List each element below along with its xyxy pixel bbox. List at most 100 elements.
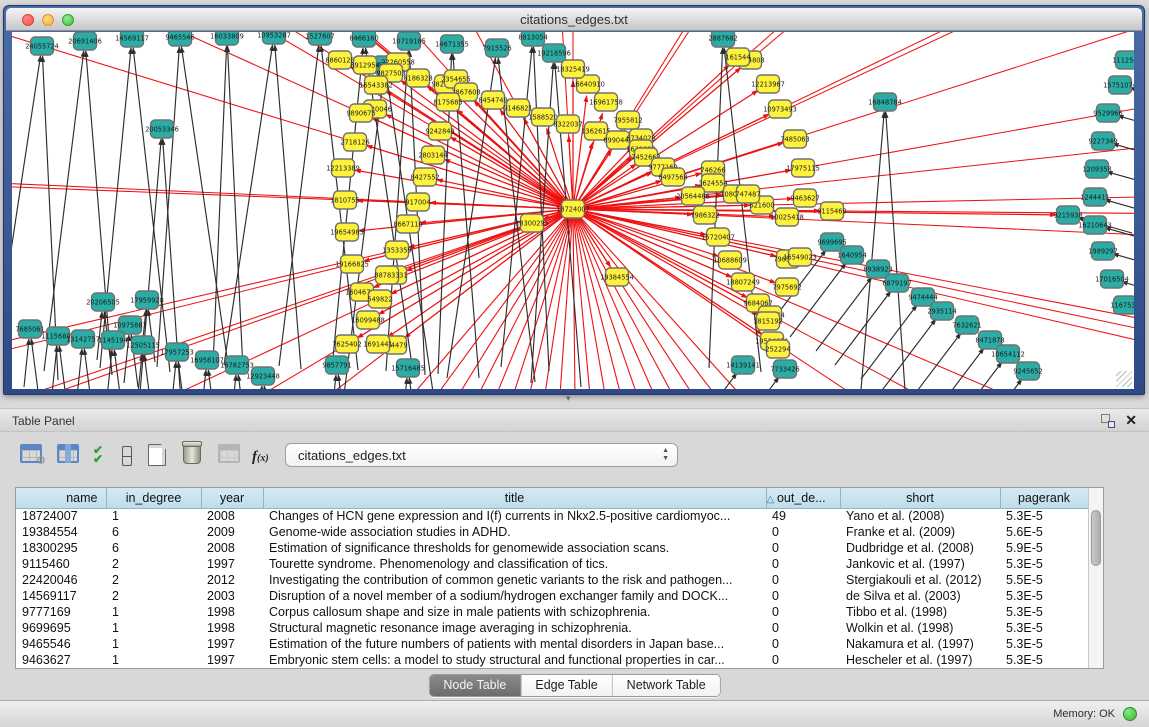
graph-node[interactable]: 7986322 xyxy=(690,206,719,224)
close-panel-icon[interactable]: ✕ xyxy=(1125,412,1137,429)
memory-ok-indicator[interactable] xyxy=(1123,707,1137,721)
table-settings-button[interactable]: ⚙ xyxy=(20,444,48,474)
graph-node[interactable]: 7632621 xyxy=(952,316,981,334)
table-cell[interactable]: 6 xyxy=(106,524,201,540)
table-cell[interactable]: Corpus callosum shape and size in male p… xyxy=(263,604,766,620)
graph-node[interactable]: 9529966 xyxy=(1093,104,1122,122)
graph-node[interactable]: 2887682 xyxy=(708,32,737,47)
graph-node[interactable]: 16210643 xyxy=(1078,216,1112,234)
table-cell[interactable]: 1998 xyxy=(201,604,263,620)
table-cell[interactable]: Estimation of significance thresholds fo… xyxy=(263,540,766,556)
graph-node[interactable]: 16549023 xyxy=(783,248,817,266)
graph-node[interactable]: 16848784 xyxy=(868,93,902,111)
column-header-short[interactable]: short xyxy=(840,488,1000,508)
table-cell[interactable]: 5.3E-5 xyxy=(1000,636,1088,652)
graph-node[interactable]: 2718126 xyxy=(340,133,369,151)
table-row[interactable]: 2242004622012Investigating the contribut… xyxy=(16,572,1088,588)
function-builder-button[interactable]: f(x) xyxy=(252,448,280,478)
graph-node[interactable]: 19166825 xyxy=(335,255,369,273)
table-cell[interactable]: 5.3E-5 xyxy=(1000,620,1088,636)
table-cell[interactable]: 2008 xyxy=(201,540,263,556)
graph-node[interactable]: 1989297 xyxy=(1088,242,1117,260)
table-cell[interactable]: 5.6E-5 xyxy=(1000,524,1088,540)
tab-edge-table[interactable]: Edge Table xyxy=(521,675,612,696)
table-cell[interactable]: 6 xyxy=(106,540,201,556)
graph-node[interactable]: 1167533 xyxy=(1110,296,1134,314)
graph-node[interactable]: 887833 xyxy=(374,266,399,284)
row-height-button[interactable] xyxy=(122,446,150,476)
table-cell[interactable]: 0 xyxy=(766,652,840,668)
table-cell[interactable]: 18300295 xyxy=(16,540,106,556)
graph-node[interactable]: 17959928 xyxy=(130,291,164,309)
graph-node[interactable]: 18300295 xyxy=(515,214,549,232)
graph-node[interactable]: 8427552 xyxy=(410,168,439,186)
graph-node[interactable]: 7485063 xyxy=(780,130,809,148)
graph-node[interactable]: 917004 xyxy=(405,193,430,211)
graph-node[interactable]: 16543382 xyxy=(359,76,393,94)
graph-node[interactable]: 18807249 xyxy=(726,273,760,291)
network-select[interactable]: citations_edges.txt ▲▼ xyxy=(285,443,678,467)
table-cell[interactable]: 5.3E-5 xyxy=(1000,508,1088,524)
graph-node[interactable]: 15751074 xyxy=(1103,76,1134,94)
graph-node[interactable]: 1640954 xyxy=(837,246,866,264)
table-cell[interactable]: Wolkin et al. (1998) xyxy=(840,620,1000,636)
table-cell[interactable]: 1 xyxy=(106,636,201,652)
table-cell[interactable]: 0 xyxy=(766,540,840,556)
graph-node[interactable]: 12213967 xyxy=(751,75,785,93)
table-cell[interactable]: Franke et al. (2009) xyxy=(840,524,1000,540)
table-cell[interactable]: 2003 xyxy=(201,588,263,604)
graph-node[interactable]: 8175685 xyxy=(433,93,462,111)
table-cell[interactable]: Nakamura et al. (1997) xyxy=(840,636,1000,652)
graph-node[interactable]: 747487 xyxy=(735,185,760,203)
graph-node[interactable]: 6497568 xyxy=(658,168,687,186)
graph-node[interactable]: 2935114 xyxy=(927,302,956,320)
graph-node[interactable]: 10973493 xyxy=(763,100,797,118)
column-header-pagerank[interactable]: pagerank xyxy=(1000,488,1088,508)
table-cell[interactable]: 49 xyxy=(766,508,840,524)
table-cell[interactable]: 18724007 xyxy=(16,508,106,524)
graph-node[interactable]: 16033809 xyxy=(210,32,244,45)
graph-node[interactable]: 9857791 xyxy=(322,356,351,374)
table-cell[interactable]: 2 xyxy=(106,556,201,572)
network-window[interactable]: citations_edges.txt 24055724206914061456… xyxy=(3,5,1145,395)
graph-node[interactable]: 17975115 xyxy=(786,159,820,177)
graph-node[interactable]: 8667110 xyxy=(393,215,422,233)
graph-node[interactable]: 13142757 xyxy=(66,330,100,348)
table-cell[interactable]: 2012 xyxy=(201,572,263,588)
table-cell[interactable]: Structural magnetic resonance image aver… xyxy=(263,620,766,636)
table-cell[interactable]: Tourette syndrome. Phenomenology and cla… xyxy=(263,556,766,572)
table-cell[interactable]: 14569117 xyxy=(16,588,106,604)
column-header-out_de[interactable]: △ out_de... xyxy=(766,488,840,508)
graph-node[interactable]: 15720407 xyxy=(701,228,735,246)
table-cell[interactable]: 5.5E-5 xyxy=(1000,572,1088,588)
table-cell[interactable]: 5.9E-5 xyxy=(1000,540,1088,556)
panel-splitter[interactable]: ▾ xyxy=(0,395,1149,408)
graph-node[interactable]: 6879197 xyxy=(882,274,911,292)
graph-node[interactable]: 1244411 xyxy=(1080,188,1109,206)
table-cell[interactable]: Investigating the contribution of common… xyxy=(263,572,766,588)
graph-node[interactable]: 8186328 xyxy=(403,69,432,87)
table-cell[interactable]: 9115460 xyxy=(16,556,106,572)
graph-node[interactable]: 10025418 xyxy=(770,208,804,226)
graph-node[interactable]: 19654985 xyxy=(330,223,364,241)
table-cell[interactable]: Changes of HCN gene expression and I(f) … xyxy=(263,508,766,524)
graph-node[interactable]: 14569117 xyxy=(115,32,149,47)
table-cell[interactable]: Jankovic et al. (1997) xyxy=(840,556,1000,572)
table-cell[interactable]: 0 xyxy=(766,572,840,588)
graph-node[interactable]: 9245652 xyxy=(1013,362,1042,380)
graph-node[interactable]: 9890675 xyxy=(346,104,375,122)
table-row[interactable]: 946362711997Embryonic stem cells: a mode… xyxy=(16,652,1088,668)
graph-node[interactable]: 14139141 xyxy=(726,356,760,374)
table-cell[interactable]: 2009 xyxy=(201,524,263,540)
graph-node[interactable]: 18724007 xyxy=(556,200,590,218)
graph-node[interactable]: 7733426 xyxy=(770,360,799,378)
column-header-in_degree[interactable]: in_degree xyxy=(106,488,201,508)
graph-node[interactable]: 9465546 xyxy=(165,32,194,46)
graph-node[interactable]: 549822 xyxy=(367,290,392,308)
table-cell[interactable]: 0 xyxy=(766,588,840,604)
graph-node[interactable]: 16099488 xyxy=(351,311,385,329)
graph-node[interactable]: 161544 xyxy=(725,48,750,66)
graph-node[interactable]: 19218596 xyxy=(537,44,571,62)
tab-node-table[interactable]: Node Table xyxy=(429,675,521,696)
new-column-button[interactable] xyxy=(148,444,176,474)
